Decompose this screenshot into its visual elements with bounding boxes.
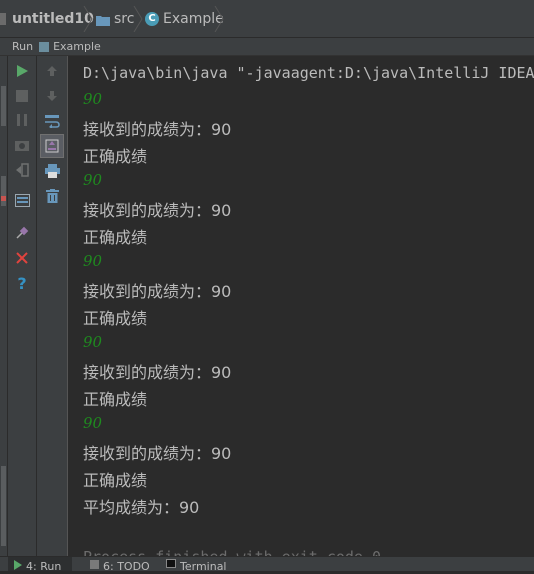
console-line-output: 平均成绩为：90 <box>83 498 200 517</box>
layout-icon <box>14 193 30 207</box>
console-line-output: 接收到的成绩为：90 <box>83 282 232 301</box>
console-line-input: 90 <box>83 252 103 270</box>
scroll-to-end-button[interactable] <box>40 134 64 158</box>
todo-icon <box>90 560 99 569</box>
close-icon <box>16 252 28 264</box>
breadcrumb-file[interactable]: C Example <box>145 0 224 38</box>
console-line-output: 正确成绩 <box>83 309 148 328</box>
pin-button[interactable] <box>11 222 33 244</box>
pause-icon <box>17 114 27 126</box>
soft-wrap-button[interactable] <box>41 110 63 132</box>
exit-icon <box>16 163 29 177</box>
rerun-icon <box>17 65 28 77</box>
run-toolbar-secondary <box>37 56 68 556</box>
help-button[interactable]: ? <box>11 272 33 294</box>
console-line-output: 正确成绩 <box>83 147 148 166</box>
dump-threads-button[interactable] <box>11 134 33 156</box>
tab-todo[interactable]: 6: TODO <box>84 557 154 573</box>
class-icon: C <box>145 12 159 26</box>
edge-tab[interactable] <box>1 176 6 206</box>
console-output[interactable]: D:\java\bin\java "-javaagent:D:\java\Int… <box>68 56 534 556</box>
pause-button[interactable] <box>11 109 33 131</box>
run-tool-window-header: Run Example <box>0 38 534 56</box>
close-button[interactable] <box>11 247 33 269</box>
edge-tab[interactable] <box>1 466 6 546</box>
print-button[interactable] <box>41 160 63 182</box>
exit-button[interactable] <box>11 159 33 181</box>
run-config-tab[interactable]: Example <box>53 40 101 53</box>
tool-window-tabs: 4: Run 6: TODO Terminal <box>0 556 534 573</box>
pin-icon <box>16 226 29 239</box>
trash-icon <box>45 189 59 203</box>
console-line-output: 接收到的成绩为：90 <box>83 120 232 139</box>
breadcrumb-folder[interactable]: src <box>96 0 134 38</box>
print-icon <box>44 164 60 178</box>
next-occurrence-button[interactable] <box>41 85 63 107</box>
stop-button[interactable] <box>11 85 33 107</box>
project-folder-icon <box>0 13 6 25</box>
tab-todo-label: 6: TODO <box>103 560 150 573</box>
console-line-output: 接收到的成绩为：90 <box>83 363 232 382</box>
console-line-command: D:\java\bin\java "-javaagent:D:\java\Int… <box>83 64 534 82</box>
layout-button[interactable] <box>11 189 33 211</box>
console-line-output: 接收到的成绩为：90 <box>83 201 232 220</box>
error-marker-icon <box>1 196 6 201</box>
breadcrumb-project[interactable]: untitled10 <box>0 0 94 38</box>
stop-icon <box>16 90 28 102</box>
console-line-input: 90 <box>83 414 103 432</box>
edge-tab[interactable] <box>1 86 6 126</box>
navigation-bar: untitled10 src C Example <box>0 0 534 38</box>
tab-run[interactable]: 4: Run <box>8 557 72 573</box>
console-line-input: 90 <box>83 171 103 189</box>
left-edge-strip <box>0 56 8 556</box>
soft-wrap-icon <box>45 115 60 128</box>
rerun-button[interactable] <box>11 60 33 82</box>
breadcrumb-folder-label: src <box>114 11 135 27</box>
console-line-output: 正确成绩 <box>83 390 148 409</box>
run-toolbar-primary: ? <box>8 56 37 556</box>
console-line-input: 90 <box>83 90 103 108</box>
console-line-output: 正确成绩 <box>83 471 148 490</box>
chevron-right-icon <box>214 6 224 32</box>
camera-icon <box>15 141 29 151</box>
console-line-exit: Process finished with exit code 0 <box>83 548 381 556</box>
console-line-input: 90 <box>83 333 103 351</box>
down-arrow-icon <box>47 91 57 101</box>
clear-all-button[interactable] <box>41 185 63 207</box>
chevron-right-icon <box>83 6 93 32</box>
breadcrumb-project-label: untitled10 <box>12 11 94 27</box>
run-header-label: Run <box>12 40 34 53</box>
help-icon: ? <box>17 273 27 293</box>
run-icon <box>14 560 22 570</box>
terminal-icon <box>166 559 176 568</box>
run-config-icon <box>39 41 50 52</box>
folder-icon <box>96 14 110 26</box>
console-line-output: 正确成绩 <box>83 228 148 247</box>
up-arrow-icon <box>47 66 57 76</box>
console-line-output: 接收到的成绩为：90 <box>83 444 232 463</box>
tab-run-label: 4: Run <box>26 560 62 573</box>
tab-terminal[interactable]: Terminal <box>160 557 240 573</box>
chevron-right-icon <box>133 6 143 32</box>
previous-occurrence-button[interactable] <box>41 60 63 82</box>
tab-terminal-label: Terminal <box>180 560 227 573</box>
scroll-to-end-icon <box>45 139 59 153</box>
